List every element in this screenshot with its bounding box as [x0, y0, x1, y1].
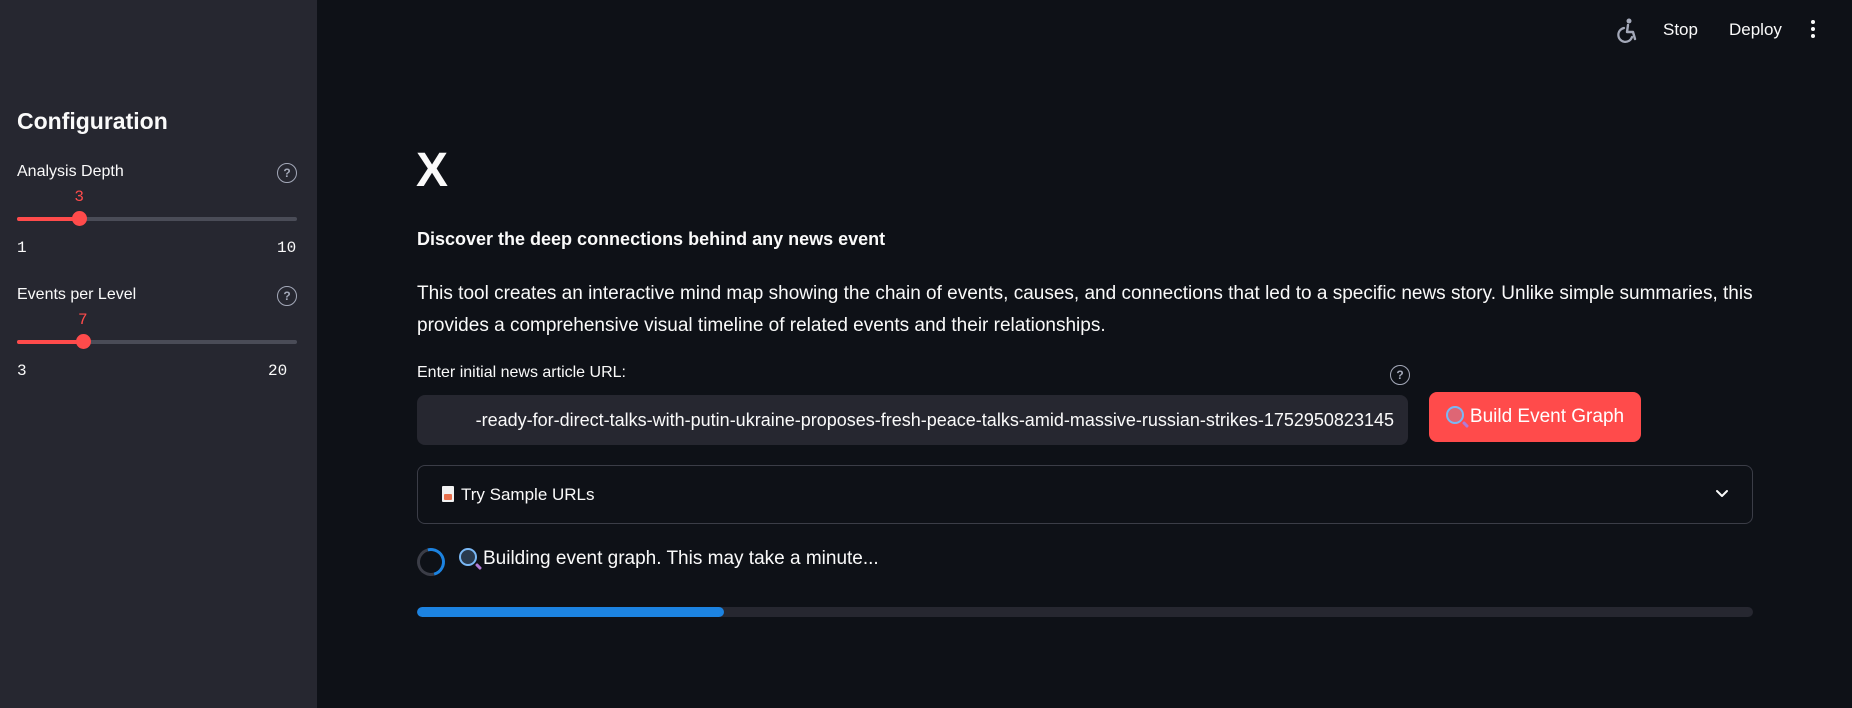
slider-value: 7: [77, 311, 88, 329]
slider-max: 10: [277, 239, 297, 257]
analysis-depth-slider[interactable]: 3: [17, 188, 297, 226]
expander-label: Try Sample URLs: [442, 485, 595, 505]
magnifier-icon: [1445, 406, 1464, 424]
url-field-label: Enter initial news article URL:: [417, 364, 626, 381]
url-input[interactable]: -ready-for-direct-talks-with-putin-ukrai…: [417, 395, 1408, 445]
slider-fill: [17, 217, 80, 221]
build-button-label: Build Event Graph: [1469, 406, 1625, 427]
sample-urls-expander[interactable]: Try Sample URLs: [417, 465, 1753, 524]
sidebar: Configuration Analysis Depth ? 3 1 10 Ev…: [0, 0, 317, 708]
deploy-button[interactable]: Deploy: [1729, 20, 1782, 40]
main-menu-icon[interactable]: [1807, 20, 1819, 42]
progress-bar: [417, 607, 1753, 617]
analysis-depth-label: Analysis Depth: [17, 163, 124, 180]
slider-thumb[interactable]: [72, 211, 88, 226]
slider-thumb[interactable]: [75, 334, 91, 349]
page-subtitle: Discover the deep connections behind any…: [417, 229, 886, 249]
slider-fill: [17, 340, 83, 344]
chevron-down-icon: [1716, 490, 1728, 497]
events-per-level-label: Events per Level: [17, 286, 137, 303]
expander-label-text: Try Sample URLs: [461, 485, 595, 504]
slider-value: 3: [74, 188, 84, 206]
magnifier-icon: [459, 548, 477, 566]
build-event-graph-button[interactable]: Build Event Graph: [1429, 392, 1641, 442]
status-message: Building event graph. This may take a mi…: [459, 548, 879, 570]
events-per-level-slider[interactable]: 7: [17, 311, 297, 349]
sidebar-title: Configuration: [17, 108, 168, 134]
help-icon[interactable]: ?: [1390, 365, 1410, 385]
accessibility-icon[interactable]: [1614, 17, 1640, 43]
slider-min: 3: [17, 362, 27, 380]
progress-fill: [417, 607, 725, 617]
page-description: This tool creates an interactive mind ma…: [417, 283, 1753, 336]
help-icon[interactable]: ?: [277, 163, 297, 183]
page-icon: [442, 486, 454, 502]
url-input-value: -ready-for-direct-talks-with-putin-ukrai…: [475, 410, 1394, 430]
loading-spinner: [411, 542, 451, 582]
page-title: X: [416, 144, 449, 197]
slider-min: 1: [17, 239, 27, 257]
stop-button[interactable]: Stop: [1663, 20, 1698, 40]
slider-max: 20: [268, 362, 288, 380]
help-icon[interactable]: ?: [277, 286, 297, 306]
status-text: Building event graph. This may take a mi…: [483, 548, 879, 569]
